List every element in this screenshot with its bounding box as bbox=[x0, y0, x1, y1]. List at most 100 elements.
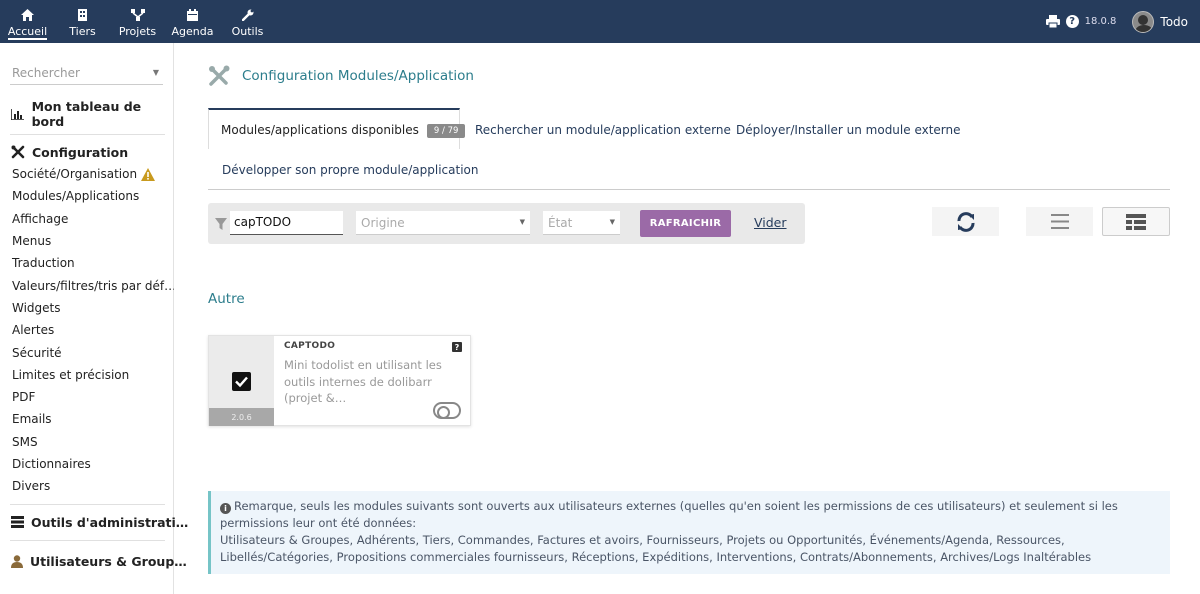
sidebar-item-pdf[interactable]: PDF bbox=[0, 386, 174, 408]
tab-available-modules[interactable]: Modules/applications disponibles 9 / 79 bbox=[208, 108, 466, 149]
sidebar-item-dictionaries[interactable]: Dictionnaires bbox=[0, 453, 174, 475]
sidebar-divider bbox=[10, 540, 165, 541]
sidebar-item-label: PDF bbox=[12, 390, 36, 405]
top-right: ? 18.0.8 Todo bbox=[1045, 0, 1200, 43]
clear-link[interactable]: Vider bbox=[754, 215, 787, 230]
sidebar-item-label: Traduction bbox=[12, 256, 75, 271]
filter-bar: capTODO Origine ▼ État ▼ RAFRAICHIR Vide… bbox=[208, 203, 805, 244]
module-toggle[interactable] bbox=[433, 402, 461, 419]
nav-home-label: Accueil bbox=[7, 25, 48, 40]
nav-tiers[interactable]: Tiers bbox=[55, 0, 110, 43]
nav-projects[interactable]: Projets bbox=[110, 0, 165, 43]
sidebar-item-label: Menus bbox=[12, 234, 52, 249]
sidebar-item-label: Modules/Applications bbox=[12, 189, 140, 204]
module-icon-area: 2.0.6 bbox=[209, 336, 274, 426]
reload-button[interactable] bbox=[932, 207, 999, 236]
kanban-view-button[interactable] bbox=[1102, 207, 1170, 236]
module-search-input[interactable]: capTODO bbox=[230, 211, 343, 235]
nav-agenda-label: Agenda bbox=[171, 25, 214, 38]
sidebar-admin-tools-label: Outils d'administrati… bbox=[31, 514, 189, 530]
sidebar-configuration: Configuration Société/Organisation Modul… bbox=[0, 141, 174, 497]
tab-label: Déployer/Installer un module externe bbox=[736, 123, 961, 137]
nav-tools-label: Outils bbox=[231, 25, 264, 38]
chevron-down-icon: ▼ bbox=[609, 218, 615, 226]
nav-projects-label: Projets bbox=[118, 25, 157, 38]
sidebar-item-label: SMS bbox=[12, 434, 38, 449]
avatar[interactable] bbox=[1132, 10, 1155, 33]
state-placeholder: État bbox=[548, 216, 573, 230]
top-bar: Accueil Tiers Projets Agenda Outils ? 18… bbox=[0, 0, 1200, 43]
sidebar-dashboard[interactable]: Mon tableau de bord bbox=[0, 99, 174, 129]
sidebar-admin-tools[interactable]: Outils d'administrati… bbox=[0, 511, 188, 533]
list-icon bbox=[1050, 214, 1069, 229]
sidebar-users-groups[interactable]: Utilisateurs & Group… bbox=[0, 550, 187, 572]
nav-home[interactable]: Accueil bbox=[0, 0, 55, 43]
print-icon[interactable] bbox=[1045, 15, 1060, 28]
tabs-divider bbox=[208, 189, 1170, 190]
sidebar-item-emails[interactable]: Emails bbox=[0, 408, 174, 430]
sidebar-item-label: Divers bbox=[12, 479, 51, 494]
count-badge: 9 / 79 bbox=[426, 124, 466, 138]
sidebar-configuration-head[interactable]: Configuration bbox=[0, 141, 174, 163]
chevron-down-icon: ▼ bbox=[519, 218, 525, 226]
sidebar-item-limits[interactable]: Limites et précision bbox=[0, 364, 174, 386]
sidebar-item-alerts[interactable]: Alertes bbox=[0, 319, 174, 341]
sidebar-item-menus[interactable]: Menus bbox=[0, 230, 174, 252]
sidebar-configuration-label: Configuration bbox=[32, 144, 129, 160]
sidebar-item-widgets[interactable]: Widgets bbox=[0, 297, 174, 319]
module-description: Mini todolist en utilisant les outils in… bbox=[284, 358, 442, 405]
search-select[interactable]: Rechercher ▼ bbox=[10, 63, 163, 85]
list-view-button[interactable] bbox=[1026, 207, 1093, 236]
note-module-list: Utilisateurs & Groupes, Adhérents, Tiers… bbox=[220, 533, 1092, 564]
nav-agenda[interactable]: Agenda bbox=[165, 0, 220, 43]
info-note: i Remarque, seuls les modules suivants so… bbox=[208, 491, 1170, 574]
help-icon[interactable]: ? bbox=[1065, 15, 1079, 28]
filter-icon bbox=[215, 216, 227, 230]
wrench-icon bbox=[241, 8, 255, 21]
nav-tiers-label: Tiers bbox=[69, 25, 96, 38]
sidebar-item-misc[interactable]: Divers bbox=[0, 475, 174, 497]
sidebar-item-label: Dictionnaires bbox=[12, 457, 91, 471]
state-select[interactable]: État ▼ bbox=[543, 211, 620, 235]
tab-label: Modules/applications disponibles bbox=[221, 123, 419, 137]
checkbox-icon bbox=[232, 372, 251, 391]
sidebar-item-label: Affichage bbox=[12, 211, 69, 226]
page-title-text: Configuration Modules/Application bbox=[242, 68, 474, 84]
bar-chart-icon bbox=[11, 107, 25, 121]
sidebar-item-sms[interactable]: SMS bbox=[0, 431, 174, 453]
sidebar-config-items: Société/Organisation Modules/Application… bbox=[0, 163, 174, 497]
tab-deploy-external[interactable]: Déployer/Installer un module externe bbox=[736, 123, 961, 137]
sidebar-item-modules[interactable]: Modules/Applications bbox=[0, 185, 174, 207]
module-card[interactable]: 2.0.6 CAPTODO ? Mini todolist en utilisa… bbox=[208, 335, 471, 426]
sidebar-item-label: Widgets bbox=[12, 300, 61, 315]
sidebar-item-label: Sécurité bbox=[12, 345, 62, 360]
sidebar-item-label: Limites et précision bbox=[12, 367, 130, 382]
page-title: Configuration Modules/Application bbox=[208, 65, 474, 87]
origin-select[interactable]: Origine ▼ bbox=[356, 211, 530, 235]
refresh-icon bbox=[955, 211, 977, 232]
sidebar-item-translation[interactable]: Traduction bbox=[0, 252, 174, 274]
tab-label: Rechercher un module/application externe bbox=[475, 123, 731, 137]
sidebar-users-groups-label: Utilisateurs & Group… bbox=[30, 553, 187, 569]
user-name[interactable]: Todo bbox=[1160, 15, 1188, 29]
refresh-button[interactable]: RAFRAICHIR bbox=[640, 210, 731, 237]
sidebar-dashboard-label: Mon tableau de bord bbox=[31, 99, 142, 129]
building-icon bbox=[76, 8, 90, 21]
sitemap-icon bbox=[130, 8, 145, 21]
sidebar: Rechercher ▼ Mon tableau de bord Configu… bbox=[0, 43, 188, 594]
help-icon[interactable]: ? bbox=[452, 342, 462, 352]
grid-icon bbox=[1126, 213, 1146, 230]
sidebar-item-security[interactable]: Sécurité bbox=[0, 341, 174, 363]
top-nav: Accueil Tiers Projets Agenda Outils bbox=[0, 0, 275, 43]
module-name: CAPTODO bbox=[284, 341, 336, 351]
calendar-icon bbox=[186, 8, 200, 21]
sidebar-item-label: Valeurs/filtres/tris par déf… bbox=[12, 278, 174, 293]
nav-tools[interactable]: Outils bbox=[220, 0, 275, 43]
tab-search-external[interactable]: Rechercher un module/application externe bbox=[475, 123, 731, 137]
info-icon: i bbox=[220, 503, 231, 514]
sidebar-item-display[interactable]: Affichage bbox=[0, 208, 174, 230]
sidebar-item-default-values[interactable]: Valeurs/filtres/tris par déf… bbox=[0, 274, 174, 296]
tab-develop-module[interactable]: Développer son propre module/application bbox=[222, 163, 478, 177]
sidebar-item-company[interactable]: Société/Organisation bbox=[0, 163, 174, 185]
sidebar-divider bbox=[10, 504, 165, 505]
